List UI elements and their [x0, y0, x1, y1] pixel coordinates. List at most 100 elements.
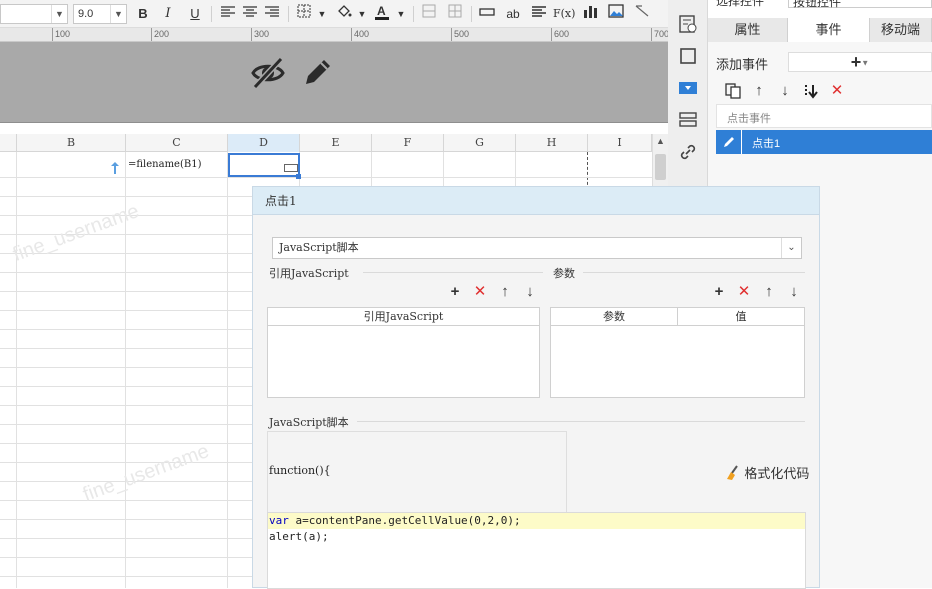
font-family-select[interactable]: ▼ [0, 4, 68, 24]
eye-off-icon[interactable] [250, 56, 286, 93]
function-header-box: function(){ [267, 431, 567, 513]
cell-attribute-icon[interactable] [678, 14, 698, 34]
toolbar-divider [288, 6, 289, 22]
tab-properties[interactable]: 属性 [708, 18, 788, 42]
column-header-b[interactable]: B [17, 134, 126, 152]
value-column-header: 值 [678, 308, 804, 326]
split-cells-icon[interactable] [445, 4, 465, 24]
condition-attribute-icon[interactable] [678, 110, 698, 130]
add-event-button[interactable]: +▼ [788, 52, 932, 72]
font-size-select[interactable]: 9.0 ▼ [73, 4, 127, 24]
tab-events[interactable]: 事件 [788, 18, 870, 42]
format-toolbar: ▼ 9.0 ▼ B I U ▼ ▼ A ▼ ab F(x) [0, 0, 668, 28]
widget-selector-row: 选择控件 按钮控件 [708, 0, 932, 18]
sheet-gap [0, 124, 652, 134]
insert-image-icon[interactable] [606, 4, 626, 24]
dialog-title: 点击1 [253, 187, 819, 215]
move-down-icon[interactable]: ↓ [522, 284, 538, 300]
column-header-h[interactable]: H [516, 134, 588, 152]
widget-settings-icon[interactable] [678, 46, 698, 66]
move-up-icon[interactable]: ↑ [751, 83, 767, 99]
event-item-label: 点击1 [752, 138, 781, 150]
toolbar-divider [471, 6, 472, 22]
event-icon[interactable] [678, 78, 698, 98]
border-icon[interactable] [294, 4, 314, 24]
code-line-1[interactable]: var a=contentPane.getCellValue(0,2,0); [268, 513, 805, 529]
copy-icon[interactable] [725, 83, 741, 99]
add-param-icon[interactable]: + [711, 284, 727, 300]
param-column-header: 参数 [551, 308, 678, 326]
section-divider [363, 272, 543, 273]
add-event-label: 添加事件 [716, 57, 769, 72]
italic-button[interactable]: I [158, 4, 178, 24]
add-ref-js-icon[interactable]: + [447, 284, 463, 300]
underline-button[interactable]: U [185, 4, 205, 24]
cell-c1[interactable]: =filename(B1) [128, 159, 201, 170]
event-group-label: 点击事件 [727, 113, 771, 125]
fill-handle[interactable] [296, 174, 301, 179]
delete-param-icon[interactable]: ✕ [736, 284, 752, 300]
column-header-c[interactable]: C [126, 134, 228, 152]
align-left-icon[interactable] [218, 4, 238, 24]
selected-cell-d1[interactable] [228, 153, 301, 179]
text-ab-button[interactable]: ab [503, 4, 523, 24]
plus-icon: + [850, 52, 862, 72]
insert-chart-icon[interactable] [581, 4, 601, 24]
column-header-row: B C D E F G H I [0, 134, 652, 152]
code-line-2[interactable]: alert(a); [269, 529, 329, 545]
scroll-up-icon[interactable]: ▲ [656, 136, 665, 146]
ruler-label: 500 [451, 28, 469, 41]
chevron-down-icon[interactable]: ▼ [312, 4, 332, 24]
ref-js-table[interactable]: 引用JavaScript [267, 307, 540, 398]
script-type-select[interactable]: JavaScript脚本 ⌄ [272, 237, 802, 259]
hyperlink-icon[interactable] [678, 142, 698, 162]
code-editor[interactable]: var a=contentPane.getCellValue(0,2,0); a… [267, 512, 806, 589]
js-script-label: JavaScript脚本 [269, 416, 349, 429]
move-up-icon[interactable]: ↑ [497, 284, 513, 300]
merge-cells-icon[interactable] [419, 4, 439, 24]
align-right-icon[interactable] [262, 4, 282, 24]
formula-button[interactable]: F(x) [553, 4, 575, 24]
slash-icon[interactable] [632, 4, 652, 24]
select-widget-label: 选择控件 [716, 0, 765, 8]
delete-ref-js-icon[interactable]: ✕ [472, 284, 488, 300]
delete-event-icon[interactable]: ✕ [829, 83, 845, 99]
section-divider [583, 272, 805, 273]
scrollbar-thumb[interactable] [655, 154, 666, 180]
params-table[interactable]: 参数 值 [550, 307, 805, 398]
font-size-value: 9.0 [78, 8, 94, 20]
strike-icon[interactable] [477, 4, 497, 24]
column-header-g[interactable]: G [444, 134, 516, 152]
text-direction-icon[interactable] [529, 4, 549, 24]
ref-js-label: 引用JavaScript [269, 267, 349, 280]
bold-button[interactable]: B [133, 4, 153, 24]
widget-select[interactable]: 按钮控件 [788, 0, 932, 9]
chevron-down-icon[interactable]: ▼ [352, 4, 372, 24]
move-bottom-icon[interactable] [803, 83, 819, 99]
font-color-icon[interactable]: A [372, 4, 392, 24]
column-header-d[interactable]: D [228, 134, 300, 152]
edit-event-icon[interactable] [716, 130, 742, 154]
move-down-icon[interactable]: ↓ [786, 284, 802, 300]
move-down-icon[interactable]: ↓ [777, 83, 793, 99]
column-header-a[interactable] [0, 134, 17, 152]
edit-pencil-icon[interactable] [302, 56, 334, 91]
align-center-icon[interactable] [240, 4, 260, 24]
chevron-down-icon[interactable]: ▼ [391, 4, 411, 24]
grid-line [16, 152, 17, 588]
chevron-down-icon[interactable]: ⌄ [781, 238, 801, 258]
event-group: 点击事件 [716, 104, 932, 128]
move-up-icon[interactable]: ↑ [761, 284, 777, 300]
column-header-f[interactable]: F [372, 134, 444, 152]
ruler-label: 600 [551, 28, 569, 41]
fill-color-icon[interactable] [334, 4, 354, 24]
svg-text:A: A [377, 4, 386, 18]
ruler-label: 100 [52, 28, 70, 41]
format-code-button[interactable]: 格式化代码 [725, 463, 809, 482]
tab-mobile[interactable]: 移动端 [870, 18, 932, 42]
ruler-label: 300 [251, 28, 269, 41]
event-item-selected[interactable]: 点击1 [716, 130, 932, 154]
grid-line [0, 177, 652, 178]
column-header-e[interactable]: E [300, 134, 372, 152]
column-header-i[interactable]: I [588, 134, 652, 152]
